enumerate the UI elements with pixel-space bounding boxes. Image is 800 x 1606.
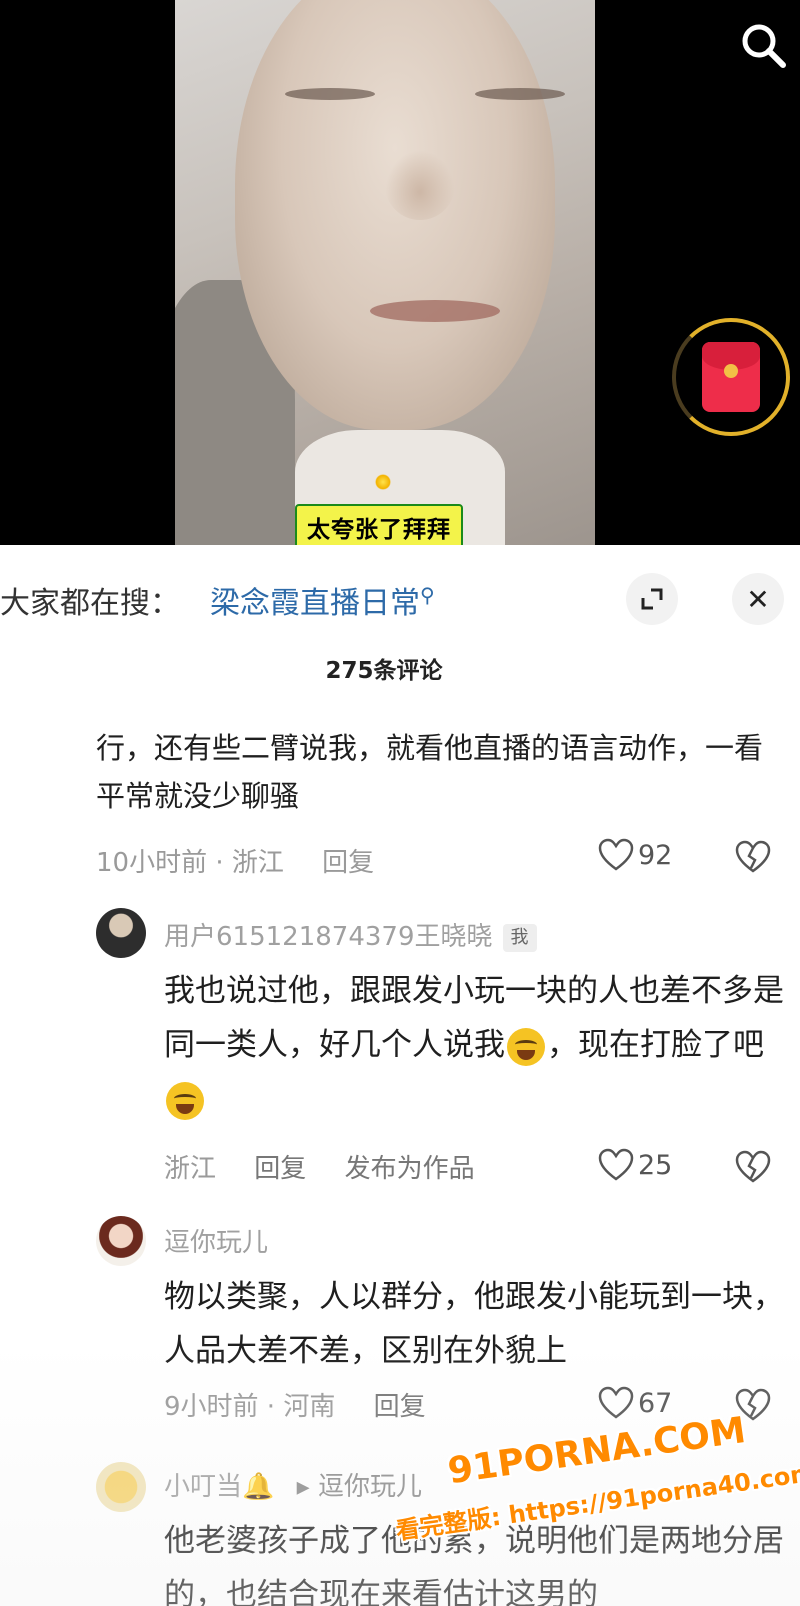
avatar[interactable] [96,1462,146,1512]
comment-location: 浙江 [164,1154,217,1184]
like-count: 25 [638,1149,673,1181]
comment-username[interactable]: 逗你玩儿 [164,1222,268,1259]
search-suggestion-label: 大家都在搜： [0,586,180,621]
publish-as-work-button[interactable]: 发布为作品 [345,1154,475,1184]
comment-username[interactable]: 用户615121874379王晓晓我 [164,916,537,953]
heart-icon [598,1148,634,1181]
video-eye-right [475,88,565,100]
red-packet-button[interactable] [672,318,790,436]
search-suggestion-link[interactable]: 梁念霞直播日常⚲ [210,578,435,622]
search-small-icon: ⚲ [420,583,435,607]
search-suggestion-bar: 大家都在搜： 梁念霞直播日常⚲ ✕ [0,570,800,630]
video-mouth [370,300,500,322]
video-face [235,0,555,430]
username-text: 小叮当🔔 [164,1472,275,1502]
comment-meta: 9小时前 · 河南 回复 [164,1386,456,1423]
like-button[interactable]: 25 [598,1148,672,1182]
search-suggestion-term: 梁念霞直播日常 [210,586,420,621]
like-count: 67 [638,1387,673,1419]
video-player[interactable]: 太夸张了拜拜 [0,0,800,545]
dislike-button[interactable] [735,840,771,878]
comment-text-part: ，现在打脸了吧 [547,1027,764,1063]
sparkle-icon [375,474,391,490]
dislike-button[interactable] [735,1150,771,1188]
comment-text: 物以类聚，人以群分，他跟发小能玩到一块，人品大差不差，区别在外貌上 [164,1279,784,1369]
like-button[interactable]: 67 [598,1386,672,1420]
reply-button[interactable]: 回复 [374,1392,426,1422]
comment-text: 行，还有些二臂说我，就看他直播的语言动作，一看平常就没少聊骚 [96,731,764,813]
close-button[interactable]: ✕ [732,573,784,625]
comment-text: 我也说过他，跟跟发小玩一块的人也差不多是同一类人，好几个人说我 ，现在打脸了吧 [164,964,784,1126]
broken-heart-icon [735,1150,771,1183]
comment-meta: 10小时前 · 浙江 回复 [96,842,404,879]
comment-count: 275条评论 [325,658,443,684]
comment-username[interactable]: 小叮当🔔 ▸ 逗你玩儿 [164,1466,422,1503]
reply-button[interactable]: 回复 [254,1154,306,1184]
search-icon[interactable] [738,20,788,70]
comment-meta: 浙江 回复 发布为作品 [164,1148,505,1185]
expand-button[interactable] [626,573,678,625]
avatar[interactable] [96,908,146,958]
broken-heart-icon [735,840,771,873]
heart-icon [598,1386,634,1419]
crying-laughing-emoji-icon [166,1081,204,1120]
video-subtitle: 太夸张了拜拜 [295,504,463,545]
expand-icon [641,588,663,610]
avatar[interactable] [96,1216,146,1266]
video-frame: 太夸张了拜拜 [175,0,595,545]
comment-time: 10小时前 · 浙江 [96,848,284,878]
heart-icon [598,838,634,871]
me-badge: 我 [502,923,537,952]
close-icon: ✕ [746,582,770,616]
username-text: 用户615121874379王晓晓 [164,922,493,952]
like-button[interactable]: 92 [598,838,672,872]
video-eye-left [285,88,375,100]
crying-laughing-emoji-icon [507,1027,545,1066]
video-nose [385,150,455,220]
like-count: 92 [638,839,673,871]
comment-time: 9小时前 · 河南 [164,1392,336,1422]
reply-button[interactable]: 回复 [322,848,374,878]
red-envelope-icon [702,342,760,412]
